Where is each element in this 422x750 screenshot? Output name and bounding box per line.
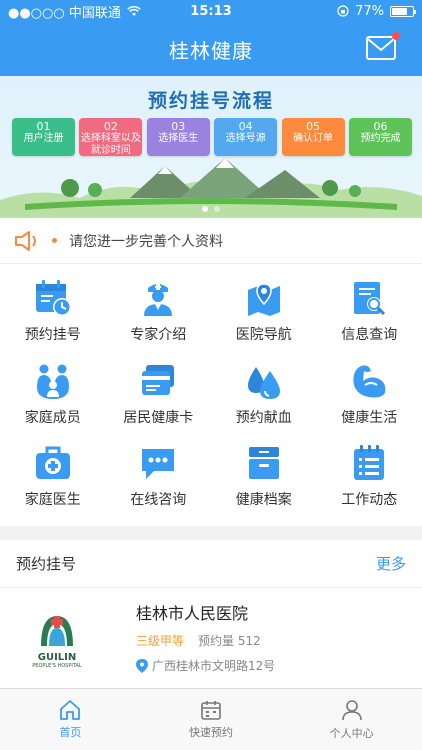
medical-kit-icon bbox=[35, 446, 70, 480]
message-button[interactable] bbox=[366, 32, 400, 60]
tab-home[interactable]: 首页 bbox=[0, 689, 141, 750]
page-title: 桂林健康 bbox=[169, 38, 253, 63]
notice-bullet bbox=[52, 238, 57, 243]
user-icon bbox=[341, 699, 362, 720]
service-label: 预约献血 bbox=[235, 409, 292, 426]
status-time: 15:13 bbox=[190, 3, 232, 19]
service-online-consult[interactable]: 在线咨询 bbox=[106, 443, 212, 523]
service-appointment[interactable]: 预约挂号 bbox=[0, 278, 106, 358]
step-number: 03 bbox=[171, 120, 186, 133]
step-number: 06 bbox=[373, 120, 388, 133]
hospital-item[interactable]: GUILIN PEOPLE'S HOSPITAL 桂林市人民医院 三级甲等 预约… bbox=[0, 588, 422, 690]
doctor-icon bbox=[144, 284, 173, 316]
section-title: 预约挂号 bbox=[16, 555, 77, 573]
tab-quick-appointment[interactable]: 快速预约 bbox=[141, 689, 282, 750]
service-health-card[interactable]: 居民健康卡 bbox=[106, 361, 212, 441]
archive-box-icon bbox=[248, 447, 279, 480]
section-header: 预约挂号 更多 bbox=[0, 540, 422, 588]
tab-label: 个人中心 bbox=[329, 726, 374, 740]
speaker-icon bbox=[15, 230, 36, 251]
hospital-info: 桂林市人民医院 三级甲等 预约量 512 广西桂林市文明路12号 bbox=[136, 598, 275, 680]
status-bar: ●●○○○ 中国联通 15:13 77% bbox=[0, 0, 422, 22]
appointment-section: 预约挂号 更多 GUILIN PEOPLE'S HOSPITAL 桂林市人民医院… bbox=[0, 540, 422, 688]
service-label: 居民健康卡 bbox=[123, 409, 194, 426]
battery-icon bbox=[390, 5, 416, 17]
hospital-name: 桂林市人民医院 bbox=[136, 604, 249, 623]
notice-text: 请您进一步完善个人资料 bbox=[69, 233, 223, 250]
hospital-logo-text: GUILIN bbox=[37, 651, 77, 663]
service-label: 健康档案 bbox=[235, 492, 292, 509]
more-link[interactable]: 更多 bbox=[376, 553, 406, 574]
checklist-icon bbox=[354, 445, 385, 481]
hospital-address: 广西桂林市文明路12号 bbox=[152, 659, 276, 673]
service-health-records[interactable]: 健康档案 bbox=[211, 443, 317, 523]
carrier-label: ●●○○○ 中国联通 bbox=[8, 5, 121, 21]
step-label: 用户注册 bbox=[23, 133, 64, 144]
blood-drop-icon bbox=[247, 366, 280, 399]
service-label: 工作动态 bbox=[341, 492, 398, 509]
service-grid: 预约挂号 专家介绍 医院导航 信息查询 家庭成员 居民健康卡 预约献血 健康生活… bbox=[0, 264, 422, 526]
step-label: 预约完成 bbox=[360, 133, 401, 144]
tab-label: 首页 bbox=[59, 725, 82, 739]
service-experts[interactable]: 专家介绍 bbox=[106, 278, 212, 358]
service-label: 健康生活 bbox=[341, 409, 398, 426]
wifi-icon bbox=[127, 5, 141, 16]
step-label: 选择医生 bbox=[158, 133, 199, 144]
search-document-icon bbox=[354, 282, 386, 316]
calendar-icon bbox=[201, 700, 221, 720]
home-icon bbox=[60, 699, 81, 720]
service-label: 医院导航 bbox=[235, 327, 292, 343]
tab-bar: 首页 快速预约 个人中心 bbox=[0, 688, 422, 750]
service-info-query[interactable]: 信息查询 bbox=[317, 278, 422, 358]
battery-percent: 77% bbox=[355, 3, 384, 19]
service-navigation[interactable]: 医院导航 bbox=[211, 278, 317, 358]
service-family-doctor[interactable]: 家庭医生 bbox=[0, 443, 106, 523]
service-label: 预约挂号 bbox=[24, 327, 81, 343]
hospital-emblem-icon bbox=[41, 615, 73, 646]
calendar-clock-icon bbox=[35, 280, 71, 316]
service-healthy-life[interactable]: 健康生活 bbox=[317, 361, 422, 441]
banner-title: 预约挂号流程 bbox=[147, 90, 274, 112]
hospital-address-row: 广西桂林市文明路12号 bbox=[136, 657, 275, 674]
service-label: 家庭成员 bbox=[24, 409, 81, 426]
step-number: 05 bbox=[306, 120, 321, 133]
hospital-logo: GUILIN PEOPLE'S HOSPITAL bbox=[16, 598, 98, 680]
location-pin-icon bbox=[136, 658, 148, 673]
carousel-dot-active[interactable] bbox=[202, 206, 208, 212]
mail-icon bbox=[366, 36, 396, 60]
carousel-indicator[interactable] bbox=[202, 206, 220, 212]
step-number: 04 bbox=[238, 120, 253, 133]
step-label: 选择号源 bbox=[225, 133, 266, 144]
process-banner[interactable]: 预约挂号流程 01 用户注册 02 选择科室以及就诊时间 03 选择医生 04 选择号源 05 确… bbox=[0, 76, 422, 218]
family-icon bbox=[36, 364, 69, 399]
service-work-news[interactable]: 工作动态 bbox=[317, 443, 422, 523]
service-label: 在线咨询 bbox=[130, 492, 187, 509]
service-label: 专家介绍 bbox=[130, 327, 187, 343]
step-number: 02 bbox=[103, 120, 118, 133]
hospital-grade: 三级甲等 bbox=[136, 634, 185, 648]
service-label: 家庭医生 bbox=[24, 492, 81, 509]
carrier-signal: ●●○○○ 中国联通 bbox=[8, 2, 158, 21]
map-pin-icon bbox=[247, 283, 280, 316]
step-number: 01 bbox=[36, 120, 51, 133]
profile-notice[interactable]: 请您进一步完善个人资料 bbox=[0, 218, 422, 264]
tab-personal-center[interactable]: 个人中心 bbox=[281, 689, 422, 750]
nav-bar: 桂林健康 bbox=[0, 22, 422, 76]
hospital-logo-subtext: PEOPLE'S HOSPITAL bbox=[32, 662, 82, 669]
step-label: 确认订单 bbox=[293, 133, 334, 144]
service-family-members[interactable]: 家庭成员 bbox=[0, 361, 106, 441]
chat-icon bbox=[142, 449, 175, 480]
service-blood-donation[interactable]: 预约献血 bbox=[211, 361, 317, 441]
carousel-dot[interactable] bbox=[214, 206, 220, 212]
unread-badge bbox=[392, 32, 400, 40]
service-label: 信息查询 bbox=[341, 327, 398, 343]
rotation-lock-icon bbox=[337, 5, 349, 17]
muscle-icon bbox=[353, 365, 386, 398]
health-card-icon bbox=[142, 364, 175, 395]
appointment-volume: 预约量 512 bbox=[198, 634, 261, 648]
tab-label: 快速预约 bbox=[189, 725, 233, 739]
